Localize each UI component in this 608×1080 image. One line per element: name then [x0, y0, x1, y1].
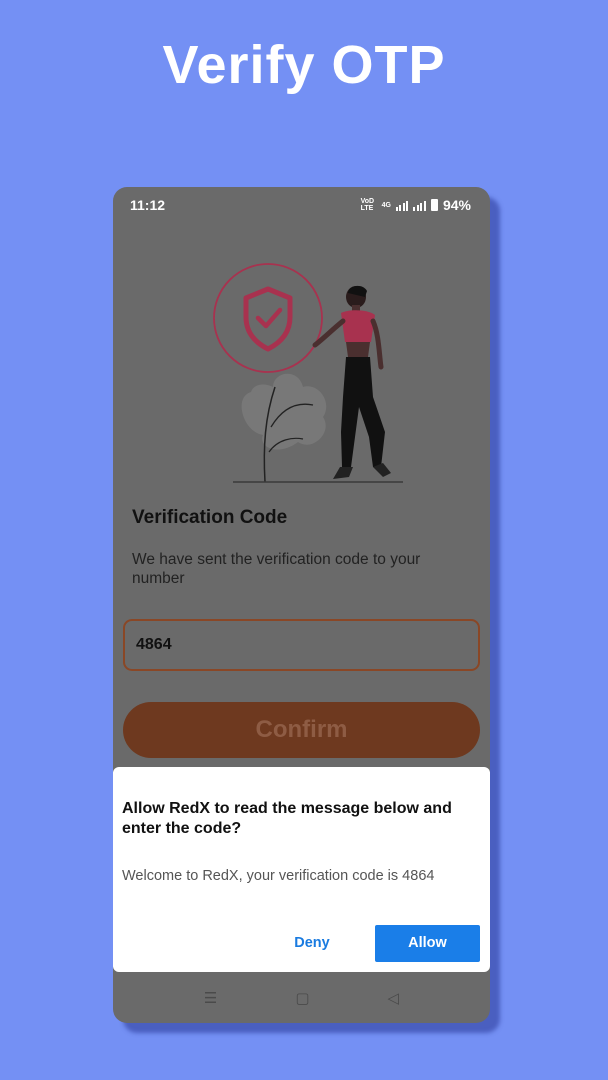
battery-level: 94% — [442, 197, 471, 213]
person-figure — [312, 285, 391, 479]
confirm-button[interactable]: Confirm — [123, 702, 480, 758]
signal-icon-2 — [413, 200, 426, 211]
security-illustration — [213, 263, 403, 483]
deny-button[interactable]: Deny — [281, 925, 343, 961]
checkmark-icon — [255, 307, 283, 329]
page-title: Verify OTP — [162, 35, 446, 95]
dialog-message: Welcome to RedX, your verification code … — [122, 868, 435, 884]
status-icons: VoD LTE 4G 94% — [361, 197, 471, 213]
battery-icon — [430, 199, 438, 211]
navigation-bar: ☰ ▢ ◁ — [113, 972, 490, 1023]
otp-input[interactable]: 4864 — [123, 619, 480, 671]
signal-type-label: 4G — [381, 201, 391, 209]
allow-button[interactable]: Allow — [375, 925, 480, 962]
dialog-title: Allow RedX to read the message below and… — [122, 800, 452, 837]
menu-icon[interactable]: ☰ — [204, 989, 217, 1007]
signal-icon — [395, 200, 409, 211]
home-icon[interactable]: ▢ — [295, 989, 309, 1007]
verification-description: We have sent the verification code to yo… — [132, 551, 421, 587]
status-time: 11:12 — [130, 197, 166, 213]
phone-frame: 11:12 VoD LTE 4G 94% Verification Code W… — [113, 187, 490, 1023]
status-bar: 11:12 VoD LTE 4G 94% — [113, 187, 490, 223]
back-icon[interactable]: ◁ — [388, 989, 400, 1007]
shield-icon — [243, 286, 293, 352]
network-label: VoD LTE — [360, 198, 375, 212]
verification-heading: Verification Code — [132, 507, 288, 528]
sms-consent-dialog: Allow RedX to read the message below and… — [113, 767, 490, 972]
